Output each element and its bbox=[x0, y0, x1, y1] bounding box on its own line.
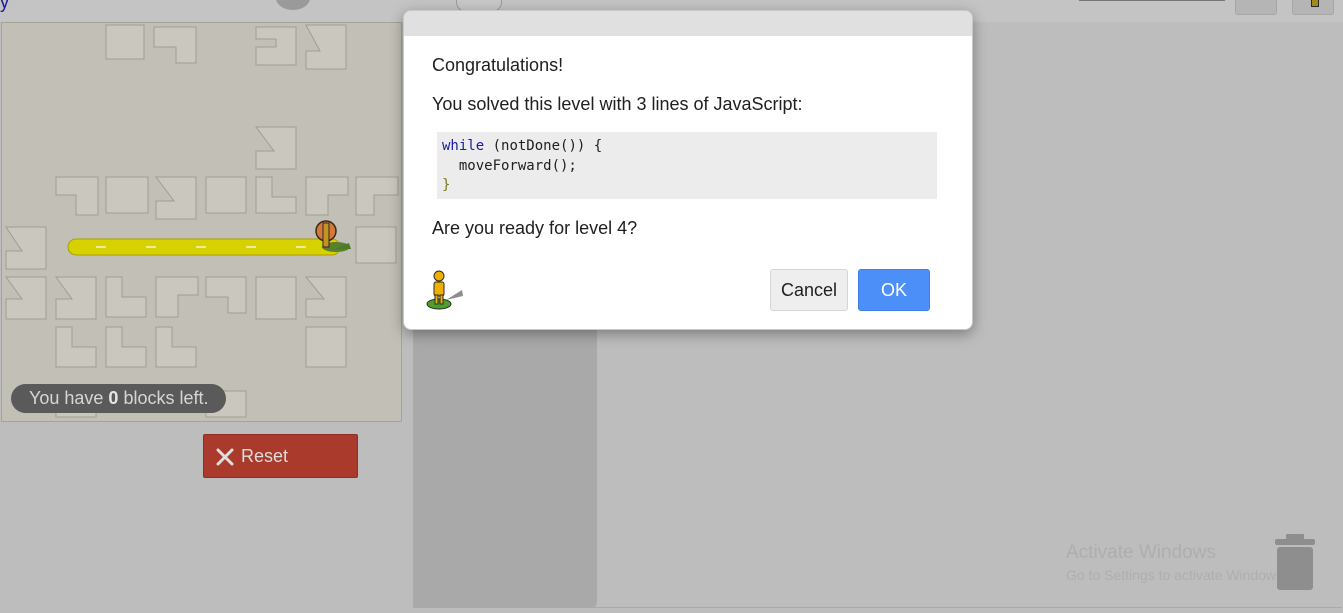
wall-tile bbox=[155, 326, 197, 368]
code-line-1: while (notDone()) { bbox=[442, 137, 937, 157]
wall-tile bbox=[355, 176, 399, 216]
blocks-left-suffix: blocks left. bbox=[118, 388, 209, 408]
wall-tile bbox=[55, 326, 97, 368]
pegman-mini-icon bbox=[1311, 0, 1319, 7]
code-listing: while (notDone()) { moveForward(); } bbox=[437, 132, 937, 199]
blocks-left-prefix: You have bbox=[29, 388, 109, 408]
code-line-2: moveForward(); bbox=[442, 157, 577, 174]
maze-graphic bbox=[5, 24, 399, 418]
pegman-body bbox=[322, 222, 330, 248]
code-line-1-rest: (notDone()) { bbox=[484, 138, 603, 154]
windows-watermark-subtitle: Go to Settings to activate Windows. bbox=[1066, 567, 1287, 583]
reset-label: Reset bbox=[241, 446, 289, 466]
language-select[interactable] bbox=[1079, 0, 1225, 1]
maze-wall-tiles bbox=[5, 24, 399, 418]
wall-tile bbox=[255, 126, 297, 170]
link-button[interactable] bbox=[1235, 0, 1277, 15]
solved-message: You solved this level with 3 lines of Ja… bbox=[432, 94, 803, 114]
next-level-prompt: Are you ready for level 4? bbox=[432, 218, 638, 238]
wall-tile bbox=[155, 176, 197, 220]
code-button[interactable] bbox=[1292, 0, 1334, 15]
wall-tile bbox=[255, 276, 297, 320]
blocks-left-count: 0 bbox=[108, 388, 119, 408]
maze-canvas bbox=[1, 22, 402, 422]
code-keyword: while bbox=[442, 138, 485, 154]
dialog-header[interactable] bbox=[404, 11, 972, 36]
app-title[interactable]: y bbox=[0, 0, 9, 13]
wall-tile bbox=[355, 226, 397, 264]
wall-tile bbox=[55, 176, 99, 216]
wall-tile bbox=[155, 276, 199, 318]
wall-tile bbox=[255, 176, 297, 214]
wall-tile bbox=[55, 276, 97, 320]
trash-icon[interactable] bbox=[1273, 534, 1317, 592]
wall-tile bbox=[305, 24, 347, 70]
wall-tile bbox=[105, 176, 149, 214]
blockly-toolbox[interactable] bbox=[413, 320, 597, 608]
windows-watermark-title: Activate Windows bbox=[1066, 542, 1216, 563]
wall-tile bbox=[304, 276, 347, 318]
cancel-button[interactable]: Cancel bbox=[770, 269, 848, 311]
wall-tile bbox=[105, 276, 147, 318]
wall-tile bbox=[305, 176, 349, 216]
level-indicator[interactable] bbox=[276, 0, 310, 10]
wall-tile bbox=[255, 26, 297, 66]
dialog-title: Congratulations! bbox=[432, 55, 564, 75]
ok-button[interactable]: OK bbox=[858, 269, 930, 311]
wall-tile bbox=[105, 326, 147, 368]
blocks-left-badge: You have 0 blocks left. bbox=[11, 384, 227, 413]
close-x-icon bbox=[216, 448, 234, 466]
pegman-icon bbox=[426, 270, 463, 310]
wall-tile bbox=[205, 276, 247, 314]
wall-tile bbox=[5, 226, 47, 270]
wall-tile bbox=[153, 26, 197, 64]
wall-tile bbox=[305, 326, 347, 368]
wall-tile bbox=[205, 176, 247, 214]
wall-tile bbox=[5, 276, 47, 320]
code-line-3: } bbox=[442, 177, 451, 193]
reset-button[interactable]: Reset bbox=[203, 434, 358, 478]
wall-tile bbox=[105, 24, 145, 60]
congratulations-dialog: Congratulations! You solved this level w… bbox=[403, 10, 973, 330]
